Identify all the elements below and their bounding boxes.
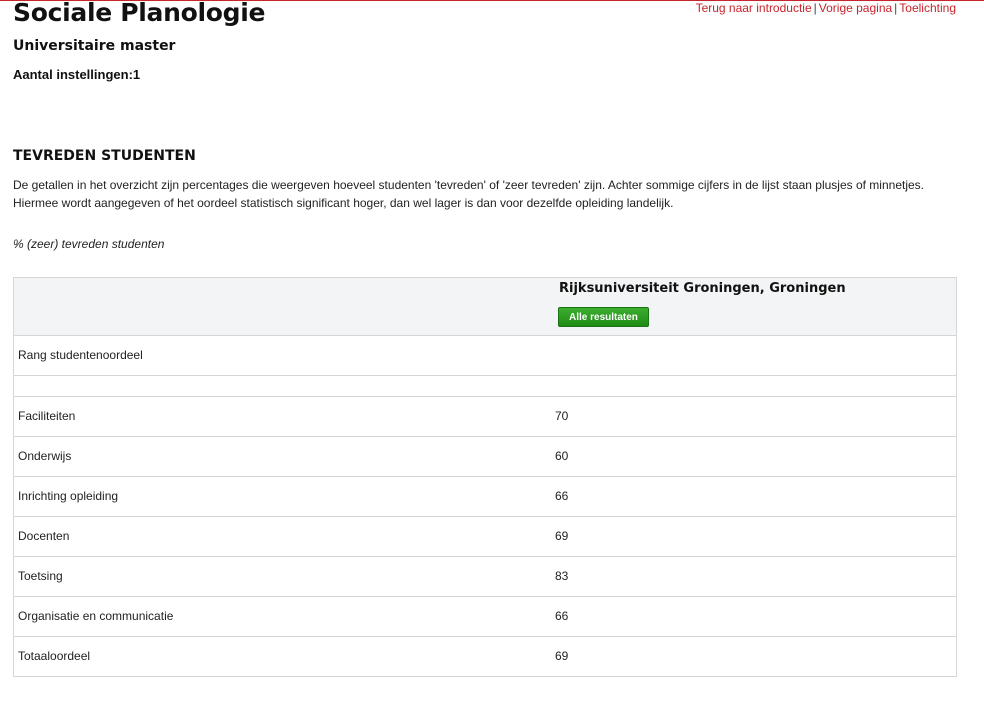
results-table: Rijksuniversiteit Groningen, Groningen A… (13, 277, 957, 677)
table-caption: % (zeer) tevreden studenten (13, 237, 165, 251)
row-value: 60 (555, 449, 569, 463)
table-row: Organisatie en communicatie 66 (14, 597, 956, 637)
nav-separator: | (894, 1, 898, 15)
table-row: Inrichting opleiding 66 (14, 477, 956, 517)
back-to-intro-link[interactable]: Terug naar introductie (696, 1, 812, 15)
row-label: Totaaloordeel (18, 649, 91, 663)
table-row: Toetsing 83 (14, 557, 956, 597)
explanation-link[interactable]: Toelichting (899, 1, 956, 15)
table-header: Rijksuniversiteit Groningen, Groningen A… (14, 278, 956, 336)
institution-name: Rijksuniversiteit Groningen, Groningen (559, 281, 846, 296)
program-type: Universitaire master (13, 38, 176, 54)
table-row-spacer (14, 376, 956, 397)
table-row-rank: Rang studentenoordeel (14, 336, 956, 376)
top-nav: Terug naar introductie | Vorige pagina | Toe… (696, 1, 956, 15)
previous-page-link[interactable]: Vorige pagina (819, 1, 892, 15)
row-label: Onderwijs (18, 449, 72, 463)
section-heading: TEVREDEN STUDENTEN (13, 148, 196, 164)
table-row: Faciliteiten 70 (14, 397, 956, 437)
row-value: 66 (555, 609, 569, 623)
row-value: 70 (555, 409, 569, 423)
row-value: 69 (555, 529, 569, 543)
all-results-button[interactable]: Alle resultaten (558, 307, 649, 327)
section-intro: De getallen in het overzicht zijn percen… (13, 178, 924, 210)
row-label: Faciliteiten (18, 409, 76, 423)
row-value: 69 (555, 649, 569, 663)
page: Terug naar introductie | Vorige pagina | Toe… (0, 0, 984, 707)
row-value: 66 (555, 489, 569, 503)
table-row: Onderwijs 60 (14, 437, 956, 477)
table-row: Totaaloordeel 69 (14, 637, 956, 676)
table-row: Docenten 69 (14, 517, 956, 557)
row-label: Toetsing (18, 569, 63, 583)
row-label: Rang studentenoordeel (18, 348, 143, 362)
row-value: 83 (555, 569, 569, 583)
institution-count: Aantal instellingen:1 (13, 67, 141, 82)
row-label: Organisatie en communicatie (18, 609, 174, 623)
row-label: Docenten (18, 529, 70, 543)
nav-separator: | (813, 1, 817, 15)
row-label: Inrichting opleiding (18, 489, 119, 503)
page-title: Sociale Planologie (13, 0, 266, 27)
